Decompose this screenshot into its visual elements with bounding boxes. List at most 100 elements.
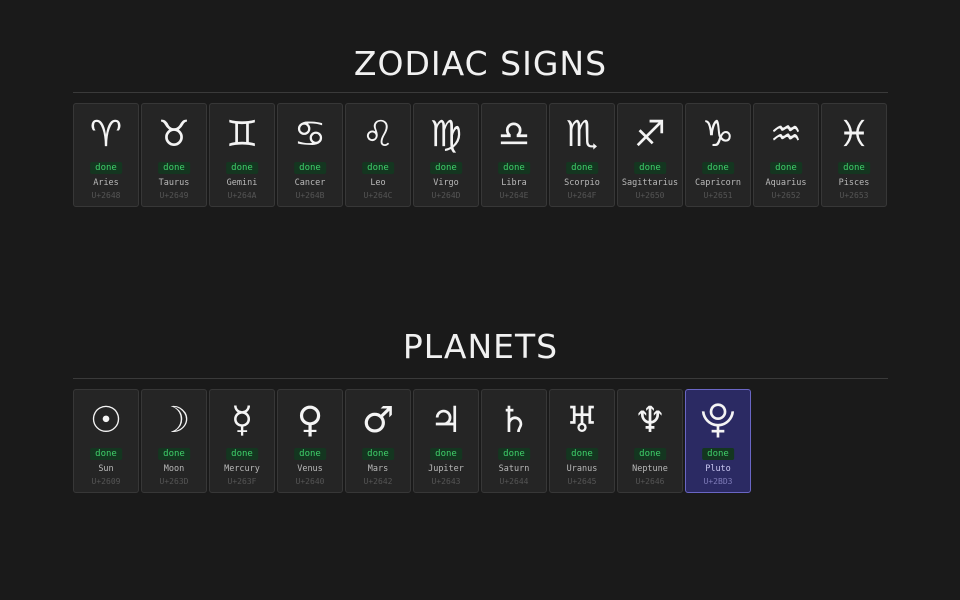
status-badge: done [498,448,530,460]
symbol-name: Uranus [566,464,598,474]
venus-symbol-icon: ♀ [296,400,324,441]
aries-symbol-icon: ♈ [89,114,123,155]
unicode-codepoint: U+264C [363,191,393,200]
sagittarius-symbol-icon: ♐ [633,114,667,155]
status-badge: done [294,448,326,460]
status-badge: done [430,162,462,174]
zodiac-grid: ♈ done Aries U+2648 ♉ done Taurus U+2649 ♊ done Ge… [73,103,887,207]
unicode-codepoint: U+2609 [91,477,121,486]
scorpio-symbol-icon: ♏ [565,114,599,155]
symbol-name: Scorpio [564,178,600,188]
symbol-card-mars[interactable]: ♂ done Mars U+2642 [345,389,411,493]
symbol-card-venus[interactable]: ♀ done Venus U+2640 [277,389,343,493]
planets-grid: ☉ done Sun U+2609 ☽ done Moon U+263D ☿ done Mercur… [73,389,751,493]
symbol-name: Mercury [224,464,260,474]
status-badge: done [702,448,734,460]
status-badge: done [634,162,666,174]
unicode-codepoint: U+2645 [567,477,597,486]
status-badge: done [294,162,326,174]
symbol-card-sagittarius[interactable]: ♐ done Sagittarius U+2650 [617,103,683,207]
zodiac-divider [73,92,888,93]
unicode-codepoint: U+2652 [771,191,801,200]
jupiter-symbol-icon: ♃ [429,400,463,441]
symbol-card-aquarius[interactable]: ♒ done Aquarius U+2652 [753,103,819,207]
symbol-card-libra[interactable]: ♎ done Libra U+264E [481,103,547,207]
planets-divider [73,378,888,379]
zodiac-section-title: ZODIAC SIGNS [353,44,608,83]
symbol-name: Venus [297,464,323,474]
symbol-name: Pisces [838,178,870,188]
symbol-card-mercury[interactable]: ☿ done Mercury U+263F [209,389,275,493]
unicode-codepoint: U+263D [159,477,189,486]
unicode-codepoint: U+2644 [499,477,529,486]
symbol-card-jupiter[interactable]: ♃ done Jupiter U+2643 [413,389,479,493]
symbol-name: Aquarius [765,178,807,188]
sun-symbol-icon: ☉ [89,400,123,441]
status-badge: done [158,162,190,174]
unicode-codepoint: U+2653 [839,191,869,200]
moon-symbol-icon: ☽ [157,400,191,441]
status-badge: done [498,162,530,174]
symbol-card-moon[interactable]: ☽ done Moon U+263D [141,389,207,493]
unicode-codepoint: U+2642 [363,477,393,486]
symbol-card-capricorn[interactable]: ♑ done Capricorn U+2651 [685,103,751,207]
status-badge: done [158,448,190,460]
unicode-codepoint: U+2643 [431,477,461,486]
unicode-codepoint: U+2646 [635,477,665,486]
status-badge: done [90,162,122,174]
status-badge: done [362,448,394,460]
symbol-card-pluto[interactable]: ⯓ done Pluto U+2BD3 [685,389,751,493]
status-badge: done [226,162,258,174]
neptune-symbol-icon: ♆ [633,400,667,441]
status-badge: done [838,162,870,174]
symbol-card-scorpio[interactable]: ♏ done Scorpio U+264F [549,103,615,207]
pluto-symbol-icon: ⯓ [700,400,736,441]
symbol-name: Cancer [294,178,326,188]
symbol-card-neptune[interactable]: ♆ done Neptune U+2646 [617,389,683,493]
taurus-symbol-icon: ♉ [157,114,191,155]
symbol-name: Jupiter [428,464,464,474]
status-badge: done [90,448,122,460]
symbol-name: Gemini [226,178,258,188]
symbol-name: Taurus [158,178,190,188]
saturn-symbol-icon: ♄ [497,400,531,441]
symbol-name: Moon [163,464,185,474]
unicode-codepoint: U+264B [295,191,325,200]
symbol-card-aries[interactable]: ♈ done Aries U+2648 [73,103,139,207]
symbol-card-taurus[interactable]: ♉ done Taurus U+2649 [141,103,207,207]
libra-symbol-icon: ♎ [497,114,531,155]
unicode-codepoint: U+2640 [295,477,325,486]
unicode-codepoint: U+2650 [635,191,665,200]
symbol-name: Virgo [433,178,459,188]
symbol-card-gemini[interactable]: ♊ done Gemini U+264A [209,103,275,207]
mars-symbol-icon: ♂ [361,400,395,441]
symbol-card-leo[interactable]: ♌ done Leo U+264C [345,103,411,207]
status-badge: done [430,448,462,460]
unicode-codepoint: U+2651 [703,191,733,200]
unicode-codepoint: U+264D [431,191,461,200]
symbol-name: Pluto [705,464,731,474]
symbol-card-virgo[interactable]: ♍ done Virgo U+264D [413,103,479,207]
status-badge: done [226,448,258,460]
uranus-symbol-icon: ♅ [565,400,599,441]
symbol-name: Neptune [632,464,668,474]
symbol-card-sun[interactable]: ☉ done Sun U+2609 [73,389,139,493]
symbol-card-saturn[interactable]: ♄ done Saturn U+2644 [481,389,547,493]
status-badge: done [634,448,666,460]
cancer-symbol-icon: ♋ [293,114,327,155]
status-badge: done [566,448,598,460]
symbol-card-pisces[interactable]: ♓ done Pisces U+2653 [821,103,887,207]
symbol-name: Sun [98,464,114,474]
symbol-name: Saturn [498,464,530,474]
status-badge: done [770,162,802,174]
unicode-codepoint: U+264F [567,191,597,200]
unicode-codepoint: U+2BD3 [703,477,733,486]
unicode-codepoint: U+264A [227,191,257,200]
virgo-symbol-icon: ♍ [429,114,463,155]
symbol-card-cancer[interactable]: ♋ done Cancer U+264B [277,103,343,207]
symbol-name: Libra [501,178,527,188]
aquarius-symbol-icon: ♒ [769,114,803,155]
status-badge: done [362,162,394,174]
planets-section-title: PLANETS [402,327,559,366]
symbol-card-uranus[interactable]: ♅ done Uranus U+2645 [549,389,615,493]
